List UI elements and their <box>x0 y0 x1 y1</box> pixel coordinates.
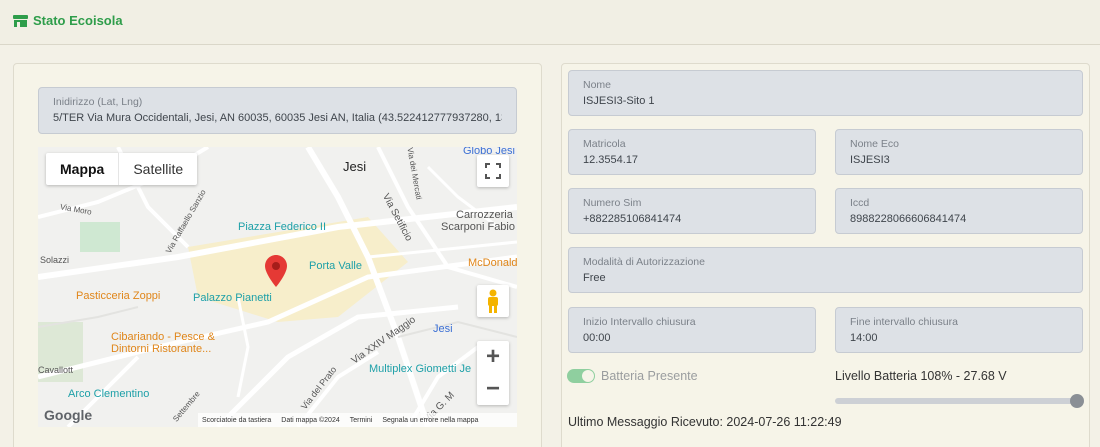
place-mcdonalds: McDonald <box>468 257 517 269</box>
nome-field[interactable]: Nome ISJESI3-Sito 1 <box>568 70 1083 116</box>
place-globo: Globo Jesi <box>463 147 515 157</box>
nome-eco-field[interactable]: Nome Eco ISJESI3 <box>835 129 1083 175</box>
fine-label: Fine intervallo chiusura <box>850 316 958 328</box>
iccd-label: Iccd <box>850 197 870 209</box>
place-cibariando-2: Dintorni Ristorante... <box>111 343 212 355</box>
page-title-text: Stato Ecoisola <box>33 13 123 28</box>
place-carrozzeria-2: Scarponi Fabio <box>441 221 515 233</box>
place-multiplex: Multiplex Giometti Je <box>369 363 472 375</box>
fullscreen-icon <box>485 163 501 179</box>
place-piazza: Piazza Federico II <box>238 221 327 233</box>
place-porta: Porta Valle <box>309 260 362 272</box>
nome-value: ISJESI3-Sito 1 <box>583 95 655 107</box>
place-pasticceria: Pasticceria Zoppi <box>76 290 161 302</box>
address-label: Inidirizzo (Lat, Lng) <box>53 96 143 108</box>
battery-present-label: Batteria Presente <box>601 369 698 383</box>
place-arco: Arco Clementino <box>68 388 150 400</box>
store-icon <box>13 14 28 27</box>
inizio-value: 00:00 <box>583 332 611 344</box>
pegman-icon <box>488 289 498 313</box>
place-cibariando-1: Cibariando - Pesce & <box>111 331 215 343</box>
map-view[interactable]: Mappa Satellite + − Jesi Globo Jesi Piaz… <box>38 147 517 427</box>
zoom-out-button[interactable]: − <box>477 373 509 405</box>
place-solazzi: Solazzi <box>40 255 70 265</box>
zoom-in-button[interactable]: + <box>477 341 509 373</box>
battery-level-slider-thumb[interactable] <box>1070 394 1084 408</box>
location-pin-icon <box>265 255 287 287</box>
map-type-satellite-button[interactable]: Satellite <box>119 153 197 185</box>
address-field[interactable]: Inidirizzo (Lat, Lng) 5/TER Via Mura Occ… <box>38 87 517 134</box>
terms-link[interactable]: Termini <box>350 417 373 424</box>
fullscreen-button[interactable] <box>477 155 509 187</box>
top-bar: Stato Ecoisola <box>0 0 1100 45</box>
fine-field[interactable]: Fine intervallo chiusura 14:00 <box>835 307 1083 353</box>
battery-level-label: Livello Batteria 108% - 27.68 V <box>835 369 1007 383</box>
page-title: Stato Ecoisola <box>13 13 123 28</box>
address-value: 5/TER Via Mura Occidentali, Jesi, AN 600… <box>53 112 502 124</box>
place-palazzo: Palazzo Pianetti <box>193 292 272 304</box>
place-carrozzeria-1: Carrozzeria <box>456 209 513 221</box>
map-data-text: Dati mappa ©2024 <box>281 416 340 424</box>
street-view-button[interactable] <box>477 285 509 317</box>
report-error-link[interactable]: Segnala un errore nella mappa <box>382 417 478 424</box>
nome-eco-label: Nome Eco <box>850 138 900 150</box>
battery-present-toggle[interactable] <box>567 369 595 383</box>
iccd-value: 8988228066606841474 <box>850 213 967 225</box>
last-message-text: Ultimo Messaggio Ricevuto: 2024-07-26 11… <box>568 415 842 429</box>
matricola-label: Matricola <box>583 138 626 150</box>
map-type-map-button[interactable]: Mappa <box>46 153 120 185</box>
fine-value: 14:00 <box>850 332 878 344</box>
map-type-control: Mappa Satellite <box>46 153 198 185</box>
place-jesi: Jesi <box>343 159 367 174</box>
place-cavallotti: Cavallott <box>38 365 74 375</box>
zoom-control: + − <box>477 341 509 405</box>
modalita-label: Modalità di Autorizzazione <box>583 256 705 268</box>
numero-sim-value: +882285106841474 <box>583 213 682 225</box>
map-roads <box>38 147 517 427</box>
iccd-field[interactable]: Iccd 8988228066606841474 <box>835 188 1083 234</box>
nome-label: Nome <box>583 79 612 91</box>
inizio-field[interactable]: Inizio Intervallo chiusura 00:00 <box>568 307 816 353</box>
inizio-label: Inizio Intervallo chiusura <box>583 316 696 328</box>
matricola-field[interactable]: Matricola 12.3554.17 <box>568 129 816 175</box>
map-footer: Scorciatoie da tastiera Dati mappa ©2024… <box>198 413 517 427</box>
keyboard-shortcuts-link[interactable]: Scorciatoie da tastiera <box>202 417 271 424</box>
place-jesi-station: Jesi <box>433 323 453 335</box>
numero-sim-field[interactable]: Numero Sim +882285106841474 <box>568 188 816 234</box>
battery-level-slider[interactable] <box>835 398 1079 404</box>
nome-eco-value: ISJESI3 <box>850 154 890 166</box>
numero-sim-label: Numero Sim <box>583 197 642 209</box>
modalita-field[interactable]: Modalità di Autorizzazione Free <box>568 247 1083 293</box>
modalita-value: Free <box>583 272 606 284</box>
google-logo: Google <box>44 407 93 423</box>
matricola-value: 12.3554.17 <box>583 154 639 166</box>
